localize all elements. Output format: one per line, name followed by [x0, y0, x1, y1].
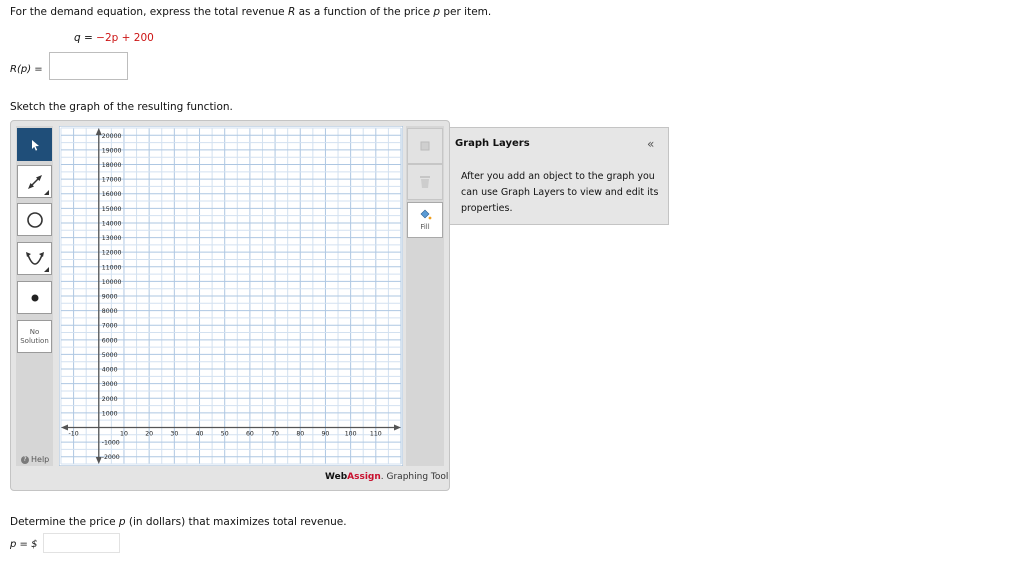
- x-tick-label: 40: [196, 430, 204, 437]
- x-tick-label: 20: [145, 430, 153, 437]
- y-tick-label: -2000: [102, 454, 120, 461]
- y-tick-label: 5000: [102, 352, 118, 359]
- graph-layers-title: Graph Layers: [455, 138, 530, 149]
- y-tick-label: 17000: [102, 177, 122, 184]
- y-tick-label: -1000: [102, 440, 120, 447]
- x-tick-label: 10: [120, 430, 128, 437]
- coordinate-graph[interactable]: 20000 19000 18000 17000 16000 15000 14000 13000…: [59, 126, 403, 466]
- price-input[interactable]: [43, 533, 120, 553]
- graph-layers-help-text: After you add an object to the graph you…: [461, 171, 659, 214]
- y-tick-label: 19000: [102, 147, 122, 154]
- x-tick-label: 50: [221, 430, 229, 437]
- line-segment-icon: [27, 174, 42, 189]
- maximize-question: Determine the price p (in dollars) that …: [10, 516, 347, 528]
- x-tick-label: 80: [296, 430, 304, 437]
- revenue-function-label: R(p) =: [10, 64, 43, 75]
- circle-tool-button[interactable]: [17, 203, 52, 236]
- x-tick-label: 90: [322, 430, 330, 437]
- y-tick-label: 6000: [102, 337, 118, 344]
- y-tick-label: 13000: [102, 235, 122, 242]
- demand-equation: q = −2p + 200: [74, 32, 154, 44]
- y-tick-label: 18000: [102, 162, 122, 169]
- x-tick-label: -10: [69, 430, 79, 437]
- y-tick-label: 1000: [102, 410, 118, 417]
- delete-button[interactable]: [407, 164, 443, 200]
- y-tick-label: 11000: [102, 264, 122, 271]
- y-tick-label: 14000: [102, 220, 122, 227]
- parabola-tool-button[interactable]: [17, 242, 52, 275]
- no-solution-button[interactable]: No Solution: [17, 320, 52, 353]
- line-tool-button[interactable]: [17, 165, 52, 198]
- y-tick-label: 12000: [102, 250, 122, 257]
- y-tick-label: 8000: [102, 308, 118, 315]
- x-tick-label: 60: [246, 430, 254, 437]
- arrow-pointer-icon: [31, 139, 39, 151]
- y-tick-label: 20000: [102, 133, 122, 140]
- y-tick-label: 4000: [102, 367, 118, 374]
- x-tick-label: 30: [170, 430, 178, 437]
- y-tick-label: 2000: [102, 396, 118, 403]
- webassign-brand: WebAssign. Graphing Tool: [325, 472, 449, 482]
- y-tick-label: 7000: [102, 323, 118, 330]
- x-tick-label: 100: [345, 430, 357, 437]
- collapse-layers-button[interactable]: «: [647, 137, 654, 151]
- parabola-icon: [25, 251, 44, 265]
- y-tick-label: 10000: [102, 279, 122, 286]
- trash-icon: [420, 176, 430, 188]
- sketch-prompt: Sketch the graph of the resulting functi…: [10, 101, 233, 113]
- x-tick-label: 70: [271, 430, 279, 437]
- layer-square-icon: [420, 141, 430, 151]
- y-tick-label: 3000: [102, 381, 118, 388]
- point-tool-button[interactable]: [17, 281, 52, 314]
- y-tick-label: 9000: [102, 294, 118, 301]
- help-icon: ?: [21, 455, 29, 464]
- revenue-function-input[interactable]: [49, 52, 128, 80]
- circle-icon: [26, 211, 43, 228]
- question-prompt: For the demand equation, express the tot…: [10, 6, 492, 18]
- move-to-layer-button[interactable]: [407, 128, 443, 164]
- pointer-tool-button[interactable]: [17, 128, 52, 161]
- price-label: p = $: [10, 539, 38, 550]
- y-tick-label: 15000: [102, 206, 122, 213]
- point-icon: [31, 294, 38, 301]
- paint-bucket-icon: [420, 209, 432, 220]
- help-link[interactable]: ? Help: [21, 455, 49, 464]
- fill-button[interactable]: Fill: [407, 202, 443, 238]
- y-tick-label: 16000: [102, 191, 122, 198]
- x-tick-label: 110: [370, 430, 382, 437]
